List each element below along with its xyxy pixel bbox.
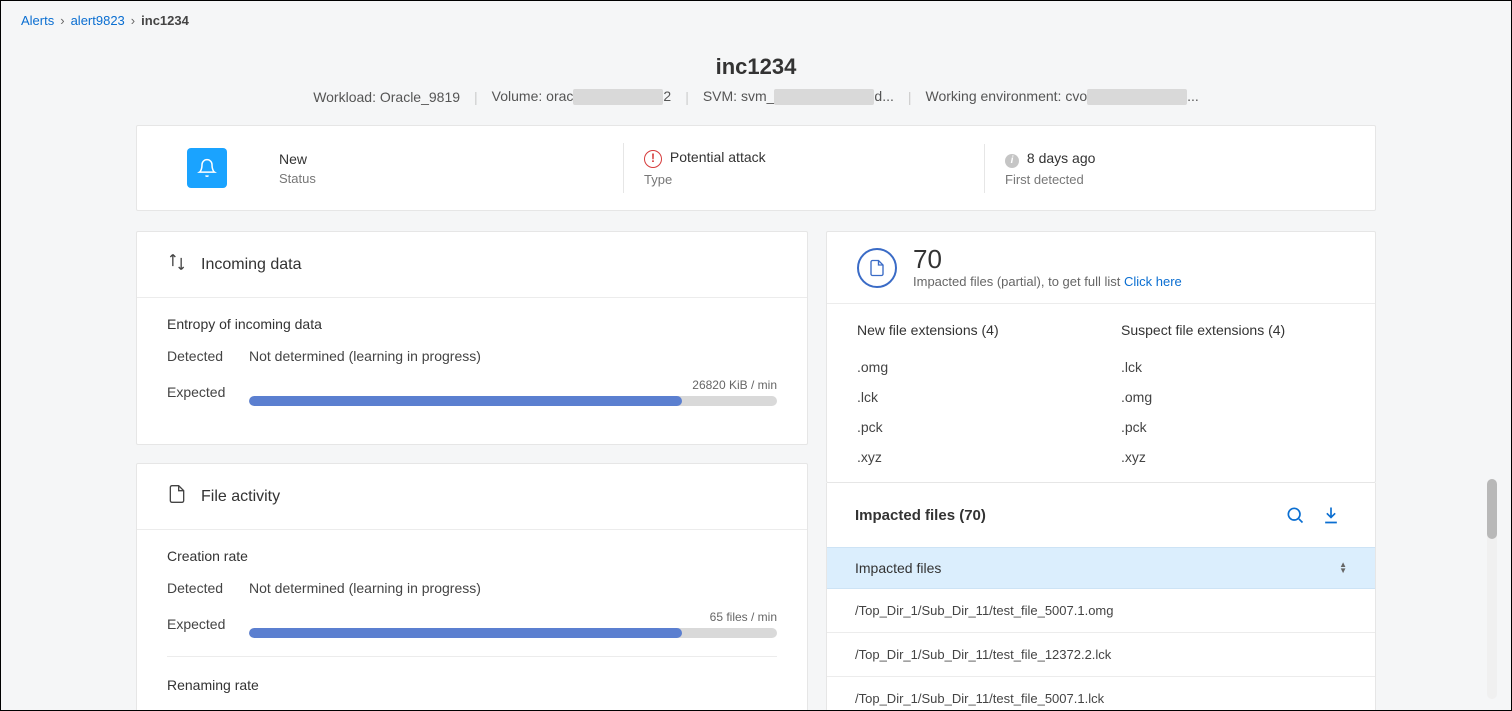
creation-detected-value: Not determined (learning in progress) [249,580,777,596]
breadcrumb-alerts[interactable]: Alerts [21,13,54,28]
download-icon[interactable] [1315,501,1347,529]
column-impacted-files: Impacted files [855,560,941,576]
scrollbar-thumb[interactable] [1487,479,1497,539]
impacted-subtitle: Impacted files (partial), to get full li… [913,274,1124,289]
creation-detected-label: Detected [167,580,249,596]
list-item: .omg [857,352,1081,382]
list-item: .xyz [1121,442,1345,472]
impacted-summary-card: 70 Impacted files (partial), to get full… [826,231,1376,483]
redacted-block [1087,89,1187,105]
file-activity-card: File activity Creation rate Detected Not… [136,463,808,711]
impacted-table-card: Impacted files (70) [826,483,1376,711]
breadcrumb-incident-id: inc1234 [141,13,189,28]
env-label: Working environment: [926,88,1062,104]
creation-expected-label: Expected [167,616,249,632]
entropy-expected-label: Expected [167,384,249,400]
table-row[interactable]: /Top_Dir_1/Sub_Dir_11/test_file_12372.2.… [827,633,1375,677]
list-item: .lck [1121,352,1345,382]
svm-value-prefix: svm_ [741,88,774,104]
impacted-full-list-link[interactable]: Click here [1124,274,1182,289]
entropy-detected-label: Detected [167,348,249,364]
list-item: .lck [857,382,1081,412]
warning-icon: ! [644,150,662,168]
impacted-table-title: Impacted files (70) [855,507,986,524]
volume-label: Volume: [492,88,543,104]
suspect-extensions-header: Suspect file extensions (4) [1121,322,1345,338]
entropy-rate: 26820 KiB / min [249,378,777,392]
vertical-scrollbar[interactable] [1487,479,1497,699]
env-value-suffix: ... [1187,88,1199,104]
workload-label: Workload: [313,89,376,105]
new-extensions-header: New file extensions (4) [857,322,1081,338]
impacted-count: 70 [913,246,1182,272]
file-activity-title: File activity [201,488,280,506]
chevron-right-icon: › [60,13,64,28]
file-icon [857,248,897,288]
list-item: .xyz [857,442,1081,472]
chevron-right-icon: › [131,13,135,28]
file-icon [167,484,187,509]
breadcrumb: Alerts › alert9823 › inc1234 [1,1,1511,40]
sort-icon[interactable]: ▲▼ [1339,562,1347,574]
status-value: New [279,151,316,167]
entropy-detected-value: Not determined (learning in progress) [249,348,777,364]
redacted-block [774,89,874,105]
renaming-rate-title: Renaming rate [167,677,777,693]
creation-bar-fill [249,628,682,638]
list-item: .omg [1121,382,1345,412]
table-row[interactable]: /Top_Dir_1/Sub_Dir_11/test_file_5007.1.o… [827,589,1375,633]
env-value-prefix: cvo [1065,88,1087,104]
bell-icon [187,148,227,188]
breadcrumb-alert-id[interactable]: alert9823 [71,13,125,28]
status-label: Status [279,171,316,186]
creation-rate-title: Creation rate [167,548,777,564]
workload-value: Oracle_9819 [380,89,460,105]
entropy-bar-fill [249,396,682,406]
type-value: Potential attack [670,149,766,165]
svm-label: SVM: [703,88,737,104]
svm-value-suffix: d... [874,88,893,104]
creation-rate: 65 files / min [249,610,777,624]
type-label: Type [644,172,766,187]
incoming-data-title: Incoming data [201,256,302,274]
entropy-title: Entropy of incoming data [167,316,777,332]
first-detected-label: First detected [1005,172,1095,187]
first-detected-value: 8 days ago [1027,150,1096,166]
table-header-row[interactable]: Impacted files ▲▼ [827,547,1375,589]
page-title: inc1234 [136,54,1376,80]
sort-icon [167,252,187,277]
entropy-bar [249,396,777,406]
creation-bar [249,628,777,638]
summary-card: New Status ! Potential attack Type i [136,125,1376,211]
incoming-data-card: Incoming data Entropy of incoming data D… [136,231,808,445]
volume-value-suffix: 2 [663,88,671,104]
list-item: .pck [857,412,1081,442]
table-row[interactable]: /Top_Dir_1/Sub_Dir_11/test_file_5007.1.l… [827,677,1375,711]
volume-value-prefix: orac [546,88,573,104]
list-item: .pck [1121,412,1345,442]
redacted-block [573,89,663,105]
info-icon: i [1005,154,1019,168]
search-icon[interactable] [1279,501,1311,529]
page-meta: Workload: Oracle_9819 | Volume: orac2 | … [136,88,1376,105]
